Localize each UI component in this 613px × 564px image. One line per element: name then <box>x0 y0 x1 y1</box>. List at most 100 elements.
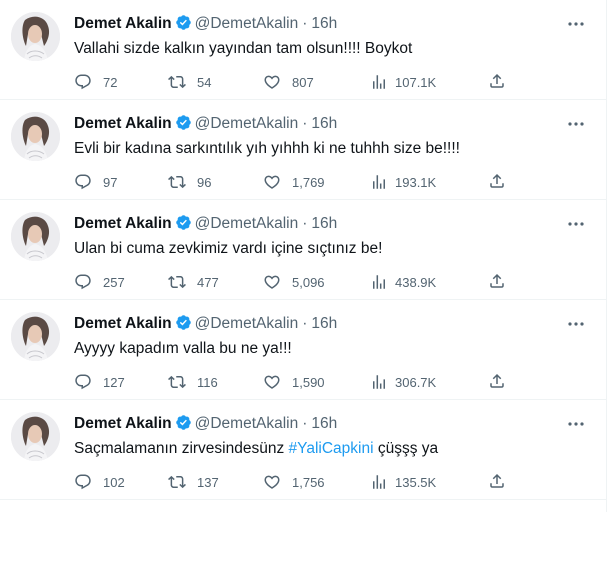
tweet[interactable]: Demet Akalin @DemetAkalin · 16h Ayyyy kapad… <box>0 300 606 400</box>
share-icon <box>490 373 504 388</box>
retweet-count: 54 <box>197 74 212 90</box>
avatar[interactable] <box>11 212 60 261</box>
author-name[interactable]: Demet Akalin <box>74 315 172 332</box>
views-chart-icon <box>373 75 385 89</box>
tweet-actions: 127 116 1,590 306.7K <box>74 372 514 392</box>
more-options-icon[interactable] <box>566 414 586 434</box>
tweet-header: Demet Akalin @DemetAkalin · 16h <box>74 414 337 437</box>
author-name[interactable]: Demet Akalin <box>74 215 172 232</box>
reply-button[interactable]: 102 <box>74 472 125 492</box>
reply-button[interactable]: 97 <box>74 172 117 192</box>
more-options-icon[interactable] <box>566 314 586 334</box>
retweet-button[interactable]: 96 <box>168 172 211 192</box>
like-count: 1,756 <box>292 474 325 490</box>
tweet-timestamp[interactable]: 16h <box>311 115 337 132</box>
author-name[interactable]: Demet Akalin <box>74 415 172 432</box>
reply-icon <box>75 174 91 190</box>
views-chart-icon <box>373 175 385 189</box>
retweet-button[interactable]: 477 <box>168 272 219 292</box>
retweet-icon <box>168 275 186 289</box>
share-button[interactable] <box>488 472 506 492</box>
author-handle[interactable]: @DemetAkalin <box>195 15 299 32</box>
tweet-timestamp[interactable]: 16h <box>311 215 337 232</box>
retweet-button[interactable]: 137 <box>168 472 219 492</box>
tweet-actions: 257 477 5,096 438.9K <box>74 272 514 292</box>
views-button[interactable]: 135.5K <box>370 472 436 492</box>
tweet-text: Saçmalamanın zirvesindesünz #YaliCapkini… <box>74 439 438 459</box>
retweet-button[interactable]: 116 <box>168 372 218 392</box>
retweet-count: 137 <box>197 474 219 490</box>
retweet-icon <box>168 375 186 389</box>
share-icon <box>490 173 504 188</box>
views-chart-icon <box>373 475 385 489</box>
author-name[interactable]: Demet Akalin <box>74 15 172 32</box>
heart-icon <box>264 375 280 389</box>
tweet-timestamp[interactable]: 16h <box>311 415 337 432</box>
reply-button[interactable]: 72 <box>74 72 117 92</box>
tweet[interactable]: Demet Akalin @DemetAkalin · 16h Vallahi siz… <box>0 0 606 100</box>
share-button[interactable] <box>488 372 506 392</box>
author-handle[interactable]: @DemetAkalin <box>195 215 299 232</box>
retweet-button[interactable]: 54 <box>168 72 211 92</box>
views-button[interactable]: 193.1K <box>370 172 436 192</box>
tweet-text: Ayyyy kapadım valla bu ne ya!!! <box>74 339 292 359</box>
avatar[interactable] <box>11 312 60 361</box>
like-count: 807 <box>292 74 314 90</box>
verified-badge-icon <box>175 14 192 37</box>
hashtag-link[interactable]: #YaliCapkini <box>289 440 374 457</box>
retweet-icon <box>168 475 186 489</box>
views-button[interactable]: 306.7K <box>370 372 436 392</box>
author-handle[interactable]: @DemetAkalin <box>195 415 299 432</box>
heart-icon <box>264 175 280 189</box>
avatar[interactable] <box>11 112 60 161</box>
more-options-icon[interactable] <box>566 14 586 34</box>
tweet-header: Demet Akalin @DemetAkalin · 16h <box>74 14 337 37</box>
more-options-icon[interactable] <box>566 114 586 134</box>
retweet-icon <box>168 175 186 189</box>
views-count: 107.1K <box>395 74 437 90</box>
views-button[interactable]: 438.9K <box>370 272 436 292</box>
reply-button[interactable]: 127 <box>74 372 125 392</box>
views-count: 135.5K <box>395 474 437 490</box>
more-options-icon[interactable] <box>566 214 586 234</box>
tweet[interactable]: Demet Akalin @DemetAkalin · 16h Evli bir ka… <box>0 100 606 200</box>
author-name[interactable]: Demet Akalin <box>74 115 172 132</box>
separator-dot: · <box>302 415 308 432</box>
tweet-text-content: Ulan bi cuma zevkimiz vardı içine sıçtın… <box>74 240 383 257</box>
like-count: 1,590 <box>292 374 325 390</box>
like-button[interactable]: 1,769 <box>263 172 325 192</box>
share-icon <box>490 73 504 88</box>
views-count: 193.1K <box>395 174 437 190</box>
tweet[interactable]: Demet Akalin @DemetAkalin · 16h Saçmalamanı… <box>0 400 606 500</box>
like-button[interactable]: 1,756 <box>263 472 325 492</box>
reply-count: 127 <box>103 374 125 390</box>
reply-count: 102 <box>103 474 125 490</box>
tweet[interactable]: Demet Akalin @DemetAkalin · 16h Ulan bi cum… <box>0 200 606 300</box>
avatar[interactable] <box>11 12 60 61</box>
tweet-actions: 102 137 1,756 135.5K <box>74 472 514 492</box>
author-handle[interactable]: @DemetAkalin <box>195 315 299 332</box>
separator-dot: · <box>302 215 308 232</box>
like-button[interactable]: 1,590 <box>263 372 325 392</box>
like-count: 5,096 <box>292 274 325 290</box>
share-icon <box>490 473 504 488</box>
tweet-text-content: Evli bir kadına sarkıntılık yıh yıhhh ki… <box>74 140 460 157</box>
author-handle[interactable]: @DemetAkalin <box>195 115 299 132</box>
share-button[interactable] <box>488 272 506 292</box>
reply-count: 257 <box>103 274 125 290</box>
share-button[interactable] <box>488 172 506 192</box>
tweet-timestamp[interactable]: 16h <box>311 15 337 32</box>
tweet-header: Demet Akalin @DemetAkalin · 16h <box>74 214 337 237</box>
tweet-text: Evli bir kadına sarkıntılık yıh yıhhh ki… <box>74 139 460 159</box>
tweet-header: Demet Akalin @DemetAkalin · 16h <box>74 314 337 337</box>
views-count: 306.7K <box>395 374 437 390</box>
share-button[interactable] <box>488 72 506 92</box>
tweet-timestamp[interactable]: 16h <box>311 315 337 332</box>
reply-button[interactable]: 257 <box>74 272 125 292</box>
avatar[interactable] <box>11 412 60 461</box>
views-button[interactable]: 107.1K <box>370 72 436 92</box>
separator-dot: · <box>302 15 308 32</box>
like-button[interactable]: 5,096 <box>263 272 325 292</box>
like-button[interactable]: 807 <box>263 72 314 92</box>
tweet-actions: 72 54 807 107.1K <box>74 72 514 92</box>
